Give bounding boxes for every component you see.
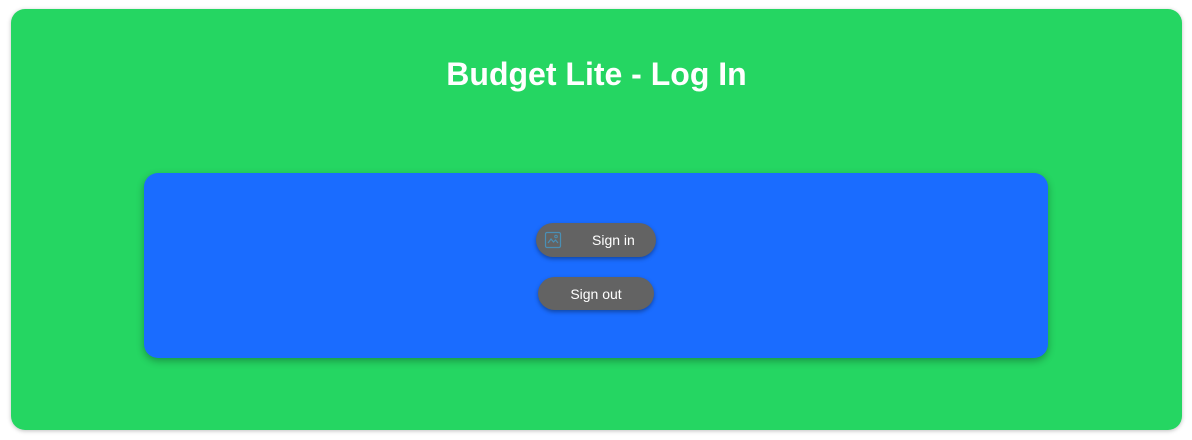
page-title: Budget Lite - Log In <box>446 56 747 92</box>
sign-in-label: Sign in <box>592 232 635 248</box>
sign-out-button[interactable]: Sign out <box>538 277 654 310</box>
broken-image-icon <box>544 231 562 249</box>
app-container: Budget Lite - Log In Sign in Sign out <box>11 9 1182 430</box>
auth-panel: Sign in Sign out <box>144 173 1048 358</box>
sign-in-button[interactable]: Sign in <box>536 223 656 257</box>
